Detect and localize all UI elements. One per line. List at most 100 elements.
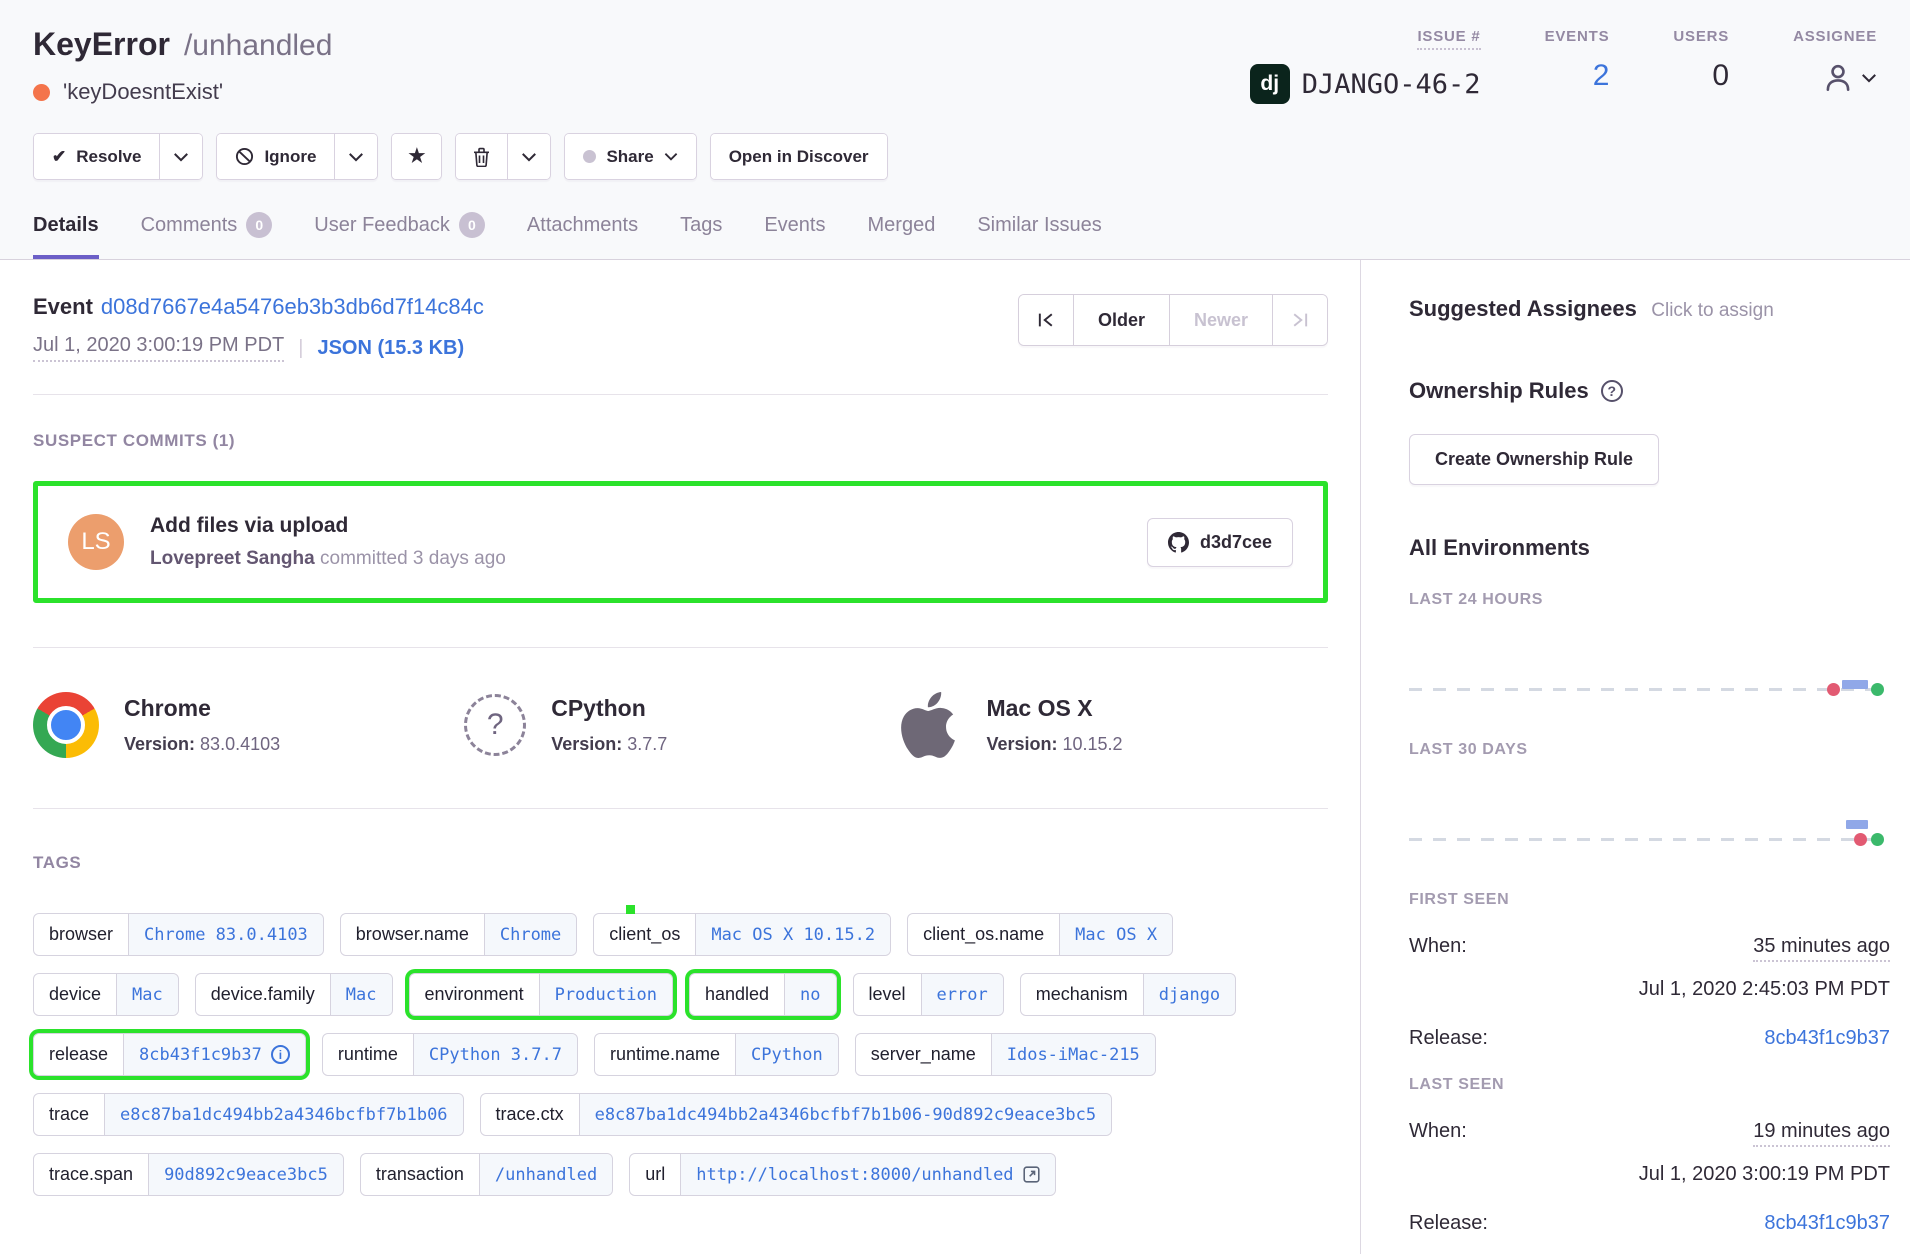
- event-json-link[interactable]: JSON (15.3 KB): [317, 337, 464, 360]
- tag-value[interactable]: Chrome 83.0.4103: [128, 914, 323, 955]
- tag-key[interactable]: client_os.name: [908, 914, 1059, 955]
- tag-value[interactable]: django: [1143, 974, 1235, 1015]
- tag-key[interactable]: url: [630, 1154, 680, 1195]
- issue-header: KeyError /unhandled 'keyDoesntExist' ISS…: [0, 0, 1910, 260]
- check-icon: ✔: [52, 147, 66, 167]
- tag-key[interactable]: transaction: [361, 1154, 479, 1195]
- assignee-selector[interactable]: [1823, 63, 1877, 93]
- tag-value[interactable]: Mac OS X: [1059, 914, 1172, 955]
- tag-key[interactable]: level: [854, 974, 921, 1015]
- tag-value[interactable]: Mac: [116, 974, 178, 1015]
- issue-short-id[interactable]: DJANGO-46-2: [1302, 69, 1481, 100]
- tag-key[interactable]: client_os: [594, 914, 695, 955]
- tab-attachments[interactable]: Attachments: [527, 212, 638, 259]
- tag-key[interactable]: browser.name: [341, 914, 484, 955]
- tag-key[interactable]: environment: [410, 974, 539, 1015]
- share-button[interactable]: Share: [565, 134, 695, 179]
- open-in-discover-button[interactable]: Open in Discover: [711, 134, 887, 179]
- tag-key[interactable]: release: [34, 1034, 123, 1075]
- context-os: Mac OS X Version: 10.15.2: [895, 692, 1326, 758]
- external-link-icon[interactable]: [1023, 1166, 1040, 1183]
- tag-key[interactable]: handled: [690, 974, 784, 1015]
- tag-release: release8cb43f1c9b37i: [33, 1033, 306, 1076]
- ignore-dropdown-button[interactable]: [334, 134, 377, 179]
- tab-events[interactable]: Events: [764, 212, 825, 259]
- suggested-assignees-title: Suggested Assignees: [1409, 296, 1637, 321]
- last-seen-release-link[interactable]: 8cb43f1c9b37: [1764, 1212, 1890, 1235]
- tab-count-badge: 0: [459, 212, 485, 238]
- events-count[interactable]: 2: [1593, 59, 1610, 93]
- ignore-button[interactable]: Ignore: [217, 134, 334, 179]
- tag-value[interactable]: CPython: [735, 1034, 838, 1075]
- newer-event-button[interactable]: Newer: [1169, 295, 1272, 345]
- tag-value[interactable]: Mac: [330, 974, 392, 1015]
- commit-sha-button[interactable]: d3d7cee: [1147, 518, 1293, 567]
- resolve-dropdown-button[interactable]: [159, 134, 202, 179]
- github-icon: [1168, 532, 1189, 553]
- tag-trace.span: trace.span90d892c9eace3bc5: [33, 1153, 344, 1196]
- newest-event-button[interactable]: [1272, 295, 1327, 345]
- tag-url: urlhttp://localhost:8000/unhandled: [629, 1153, 1055, 1196]
- tag-level: levelerror: [853, 973, 1004, 1016]
- tag-value[interactable]: 90d892c9eace3bc5: [148, 1154, 343, 1195]
- tab-label: Details: [33, 214, 99, 237]
- delete-dropdown-button[interactable]: [507, 134, 550, 179]
- issue-number-label: ISSUE #: [1417, 28, 1480, 50]
- tag-value[interactable]: CPython 3.7.7: [413, 1034, 577, 1075]
- tag-value[interactable]: error: [921, 974, 1003, 1015]
- help-icon[interactable]: ?: [1601, 380, 1623, 402]
- tag-key[interactable]: server_name: [856, 1034, 991, 1075]
- tag-browser.name: browser.nameChrome: [340, 913, 577, 956]
- tag-value[interactable]: e8c87ba1dc494bb2a4346bcfbf7b1b06: [104, 1094, 463, 1135]
- suggested-assignees-hint: Click to assign: [1651, 300, 1774, 321]
- tag-key[interactable]: runtime.name: [595, 1034, 735, 1075]
- issue-sidebar: Suggested Assignees Click to assign Owne…: [1361, 260, 1910, 1254]
- tag-key[interactable]: device.family: [196, 974, 330, 1015]
- ownership-rules-title: Ownership Rules: [1409, 378, 1589, 404]
- first-seen-block: FIRST SEEN When: 35 minutes ago Jul 1, 2…: [1409, 891, 1890, 1050]
- tag-value[interactable]: no: [784, 974, 835, 1015]
- tag-key[interactable]: trace.ctx: [481, 1094, 579, 1135]
- tab-label: Events: [764, 214, 825, 237]
- tab-tags[interactable]: Tags: [680, 212, 722, 259]
- resolve-button[interactable]: ✔ Resolve: [34, 134, 159, 179]
- tag-key[interactable]: mechanism: [1021, 974, 1143, 1015]
- users-count[interactable]: 0: [1712, 59, 1729, 93]
- tag-trace: tracee8c87ba1dc494bb2a4346bcfbf7b1b06: [33, 1093, 464, 1136]
- tag-value[interactable]: e8c87ba1dc494bb2a4346bcfbf7b1b06-90d892c…: [579, 1094, 1112, 1135]
- older-event-button[interactable]: Older: [1073, 295, 1169, 345]
- green-dot-marker: [626, 905, 635, 914]
- oldest-event-button[interactable]: [1019, 295, 1073, 345]
- tag-value[interactable]: /unhandled: [479, 1154, 612, 1195]
- tab-user-feedback[interactable]: User Feedback0: [314, 212, 485, 259]
- last-seen-date: Jul 1, 2020 3:00:19 PM PDT: [1409, 1163, 1890, 1186]
- trash-icon: [472, 147, 491, 167]
- tab-comments[interactable]: Comments0: [141, 212, 273, 259]
- tag-value[interactable]: 8cb43f1c9b37i: [123, 1034, 305, 1075]
- suspect-commits-heading: SUSPECT COMMITS (1): [33, 431, 1328, 451]
- tag-value[interactable]: Chrome: [484, 914, 576, 955]
- create-ownership-rule-button[interactable]: Create Ownership Rule: [1409, 434, 1659, 485]
- bookmark-star-button[interactable]: ★: [392, 134, 441, 179]
- tag-value[interactable]: Mac OS X 10.15.2: [695, 914, 890, 955]
- info-icon[interactable]: i: [271, 1045, 290, 1064]
- tag-device.family: device.familyMac: [195, 973, 393, 1016]
- tag-key[interactable]: runtime: [323, 1034, 413, 1075]
- first-seen-release-link[interactable]: 8cb43f1c9b37: [1764, 1027, 1890, 1050]
- tag-key[interactable]: trace: [34, 1094, 104, 1135]
- tag-key[interactable]: trace.span: [34, 1154, 148, 1195]
- tag-value[interactable]: Production: [539, 974, 672, 1015]
- tag-key[interactable]: device: [34, 974, 116, 1015]
- delete-button[interactable]: [456, 134, 507, 179]
- events-sparkline-24h: [1409, 683, 1884, 697]
- tag-value[interactable]: Idos-iMac-215: [991, 1034, 1155, 1075]
- tab-merged[interactable]: Merged: [868, 212, 936, 259]
- tab-similar-issues[interactable]: Similar Issues: [977, 212, 1101, 259]
- event-id-link[interactable]: d08d7667e4a5476eb3b3db6d7f14c84c: [101, 294, 484, 319]
- tab-details[interactable]: Details: [33, 212, 99, 259]
- share-privacy-dot-icon: [583, 150, 596, 163]
- tag-value[interactable]: http://localhost:8000/unhandled: [680, 1154, 1054, 1195]
- event-header: Eventd08d7667e4a5476eb3b3db6d7f14c84c Ju…: [33, 260, 1328, 395]
- tag-key[interactable]: browser: [34, 914, 128, 955]
- tab-label: Similar Issues: [977, 214, 1101, 237]
